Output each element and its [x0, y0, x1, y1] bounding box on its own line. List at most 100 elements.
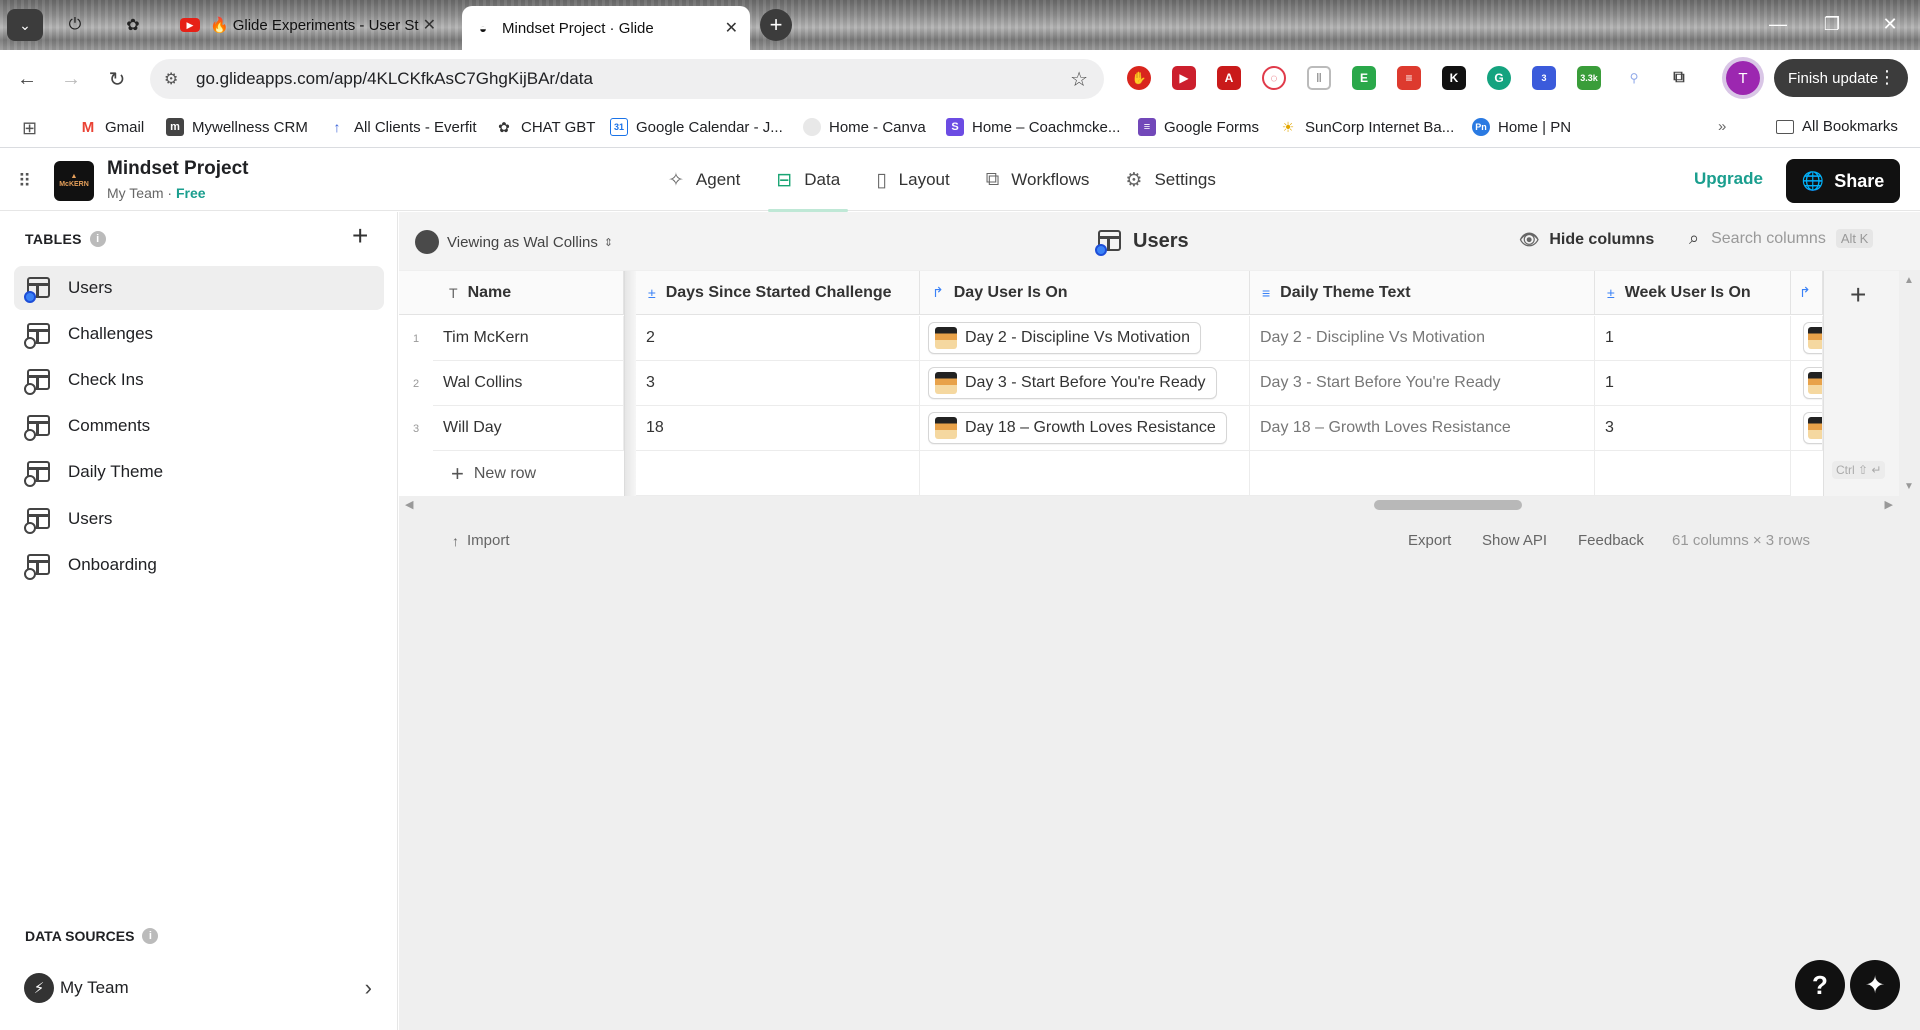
- relation-chip[interactable]: [1803, 412, 1822, 444]
- sidebar-item-users-2[interactable]: Users: [14, 497, 384, 541]
- nav-settings[interactable]: ⚙ Settings: [1107, 149, 1233, 211]
- bookmark-suncorp[interactable]: ☀ SunCorp Internet Ba...: [1279, 118, 1455, 136]
- relation-chip[interactable]: Day 18 – Growth Loves Resistance: [928, 412, 1227, 444]
- scroll-left-arrow-icon[interactable]: ◀: [405, 498, 413, 511]
- cell-week-user-is-on[interactable]: 3: [1595, 406, 1791, 451]
- cell-next-relation[interactable]: [1791, 316, 1823, 361]
- column-header-name[interactable]: T Name: [399, 271, 624, 315]
- bookmark-google-forms[interactable]: ≡ Google Forms: [1138, 118, 1259, 136]
- cell-days-since[interactable]: 3: [636, 361, 920, 406]
- vertical-scrollbar[interactable]: ▲ ▼: [1902, 271, 1916, 496]
- column-header-week-user-is-on[interactable]: ± Week User Is On: [1595, 271, 1791, 315]
- bookmark-chatgbt[interactable]: ✿ CHAT GBT: [495, 118, 595, 136]
- pinned-tab-1[interactable]: ⏻: [62, 12, 88, 38]
- frozen-column-divider[interactable]: [624, 271, 636, 496]
- profile-avatar[interactable]: T: [1726, 61, 1760, 95]
- cell-name[interactable]: Wal Collins: [433, 361, 624, 406]
- finish-update-button[interactable]: Finish update ⋮: [1774, 59, 1908, 97]
- upgrade-link[interactable]: Upgrade: [1694, 169, 1763, 189]
- cell-next-relation[interactable]: [1791, 406, 1823, 451]
- share-button[interactable]: 🌐 Share: [1786, 159, 1900, 203]
- extension-grammarly-icon[interactable]: G: [1487, 66, 1511, 90]
- relation-chip[interactable]: [1803, 322, 1822, 354]
- extension-stop-icon[interactable]: ✋: [1127, 66, 1151, 90]
- sidebar-item-comments[interactable]: Comments: [14, 404, 384, 448]
- cell-day-user-is-on[interactable]: Day 3 - Start Before You're Ready: [920, 361, 1250, 406]
- bookmark-coachmckern[interactable]: S Home – Coachmcke...: [946, 118, 1120, 136]
- viewing-as-selector[interactable]: Viewing as Wal Collins ⇕: [415, 230, 613, 254]
- extension-columns-icon[interactable]: ‖: [1307, 66, 1331, 90]
- nav-data[interactable]: ⊟ Data: [758, 149, 858, 212]
- export-link[interactable]: Export: [1408, 532, 1451, 549]
- cell-daily-theme-text[interactable]: Day 2 - Discipline Vs Motivation: [1250, 316, 1595, 361]
- scroll-up-arrow-icon[interactable]: ▲: [1904, 275, 1914, 286]
- sidebar-item-challenges[interactable]: Challenges: [14, 312, 384, 356]
- cell-next-relation[interactable]: [1791, 361, 1823, 406]
- data-source-my-team[interactable]: ⚡ My Team ›: [14, 966, 384, 1010]
- minimize-button[interactable]: —: [1758, 10, 1798, 38]
- pinned-tab-chatgpt[interactable]: ✿: [120, 12, 146, 38]
- site-info-icon[interactable]: ⚙: [164, 69, 178, 89]
- bookmark-star-icon[interactable]: ☆: [1070, 67, 1088, 92]
- horizontal-scrollbar[interactable]: ◀ ▶: [399, 496, 1899, 514]
- help-button[interactable]: ?: [1795, 960, 1845, 1010]
- tab-search-button[interactable]: ⌄: [7, 9, 43, 41]
- column-header-daily-theme-text[interactable]: ≡ Daily Theme Text: [1250, 271, 1595, 315]
- add-column-button[interactable]: +: [1850, 279, 1866, 311]
- project-name[interactable]: Mindset Project: [107, 158, 248, 180]
- extension-k-icon[interactable]: K: [1442, 66, 1466, 90]
- cell-week-user-is-on[interactable]: 1: [1595, 316, 1791, 361]
- address-bar[interactable]: ⚙ go.glideapps.com/app/4KLCKfkAsC7GhgKij…: [150, 59, 1104, 99]
- close-tab-icon[interactable]: ✕: [725, 18, 738, 38]
- tab-glide-experiments[interactable]: ▶ 🔥 Glide Experiments - User St ✕: [168, 6, 448, 44]
- forward-button[interactable]: →: [56, 64, 86, 94]
- restore-button[interactable]: ❐: [1812, 10, 1852, 38]
- cell-daily-theme-text[interactable]: Day 18 – Growth Loves Resistance: [1250, 406, 1595, 451]
- cell-day-user-is-on[interactable]: Day 18 – Growth Loves Resistance: [920, 406, 1250, 451]
- cell-days-since[interactable]: 2: [636, 316, 920, 361]
- info-icon[interactable]: i: [142, 928, 159, 944]
- scroll-down-arrow-icon[interactable]: ▼: [1904, 481, 1914, 492]
- bookmark-mywellness[interactable]: m Mywellness CRM: [166, 118, 308, 136]
- search-columns-input[interactable]: ⌕ Search columns Alt K: [1689, 228, 1874, 249]
- cell-days-since[interactable]: 18: [636, 406, 920, 451]
- add-table-button[interactable]: +: [352, 220, 368, 252]
- cell-name[interactable]: Tim McKern: [433, 316, 624, 361]
- extension-badge-icon[interactable]: 3: [1532, 66, 1556, 90]
- bookmark-google-calendar[interactable]: 31 Google Calendar - J...: [610, 118, 783, 136]
- nav-layout[interactable]: ▯ Layout: [858, 149, 968, 211]
- sidebar-item-onboarding[interactable]: Onboarding: [14, 543, 384, 587]
- import-button[interactable]: ↑ Import: [452, 532, 510, 549]
- back-button[interactable]: ←: [12, 64, 42, 94]
- relation-chip[interactable]: [1803, 367, 1822, 399]
- relation-chip[interactable]: Day 3 - Start Before You're Ready: [928, 367, 1217, 399]
- cell-daily-theme-text[interactable]: Day 3 - Start Before You're Ready: [1250, 361, 1595, 406]
- cell-day-user-is-on[interactable]: Day 2 - Discipline Vs Motivation: [920, 316, 1250, 361]
- extension-pin-icon[interactable]: ⚲: [1622, 66, 1646, 90]
- new-tab-button[interactable]: +: [760, 9, 792, 41]
- extension-pdf-icon[interactable]: A: [1217, 66, 1241, 90]
- hide-columns-button[interactable]: 👁 Hide columns: [1519, 230, 1654, 250]
- feedback-link[interactable]: Feedback: [1578, 532, 1644, 549]
- bookmark-pn[interactable]: Pn Home | PN: [1472, 118, 1571, 136]
- bookmark-canva[interactable]: Home - Canva: [803, 118, 926, 136]
- extension-video-icon[interactable]: ▶: [1172, 66, 1196, 90]
- column-header-day-user-is-on[interactable]: ↱ Day User Is On: [920, 271, 1250, 315]
- relation-chip[interactable]: Day 2 - Discipline Vs Motivation: [928, 322, 1201, 354]
- sidebar-item-users[interactable]: Users: [14, 266, 384, 310]
- cell-week-user-is-on[interactable]: 1: [1595, 361, 1791, 406]
- sidebar-item-check-ins[interactable]: Check Ins: [14, 358, 384, 402]
- more-bookmarks-icon[interactable]: »: [1718, 118, 1726, 135]
- nav-agent[interactable]: ✧ Agent: [650, 149, 758, 211]
- column-header-days-since[interactable]: ± Days Since Started Challenge: [636, 271, 920, 315]
- info-icon[interactable]: i: [89, 231, 106, 247]
- tab-mindset-project[interactable]: ◒ Mindset Project · Glide ✕: [462, 6, 750, 50]
- reload-button[interactable]: ↻: [102, 64, 132, 94]
- cell-name[interactable]: Will Day: [433, 406, 624, 451]
- extension-counter-icon[interactable]: 3.3k: [1577, 66, 1601, 90]
- nav-workflows[interactable]: ⧉ Workflows: [968, 149, 1108, 211]
- column-header-next[interactable]: ↱: [1791, 271, 1823, 315]
- close-tab-icon[interactable]: ✕: [423, 15, 436, 35]
- extensions-puzzle-icon[interactable]: ⧉: [1667, 66, 1691, 90]
- apps-grid-icon[interactable]: ⊞: [22, 118, 37, 139]
